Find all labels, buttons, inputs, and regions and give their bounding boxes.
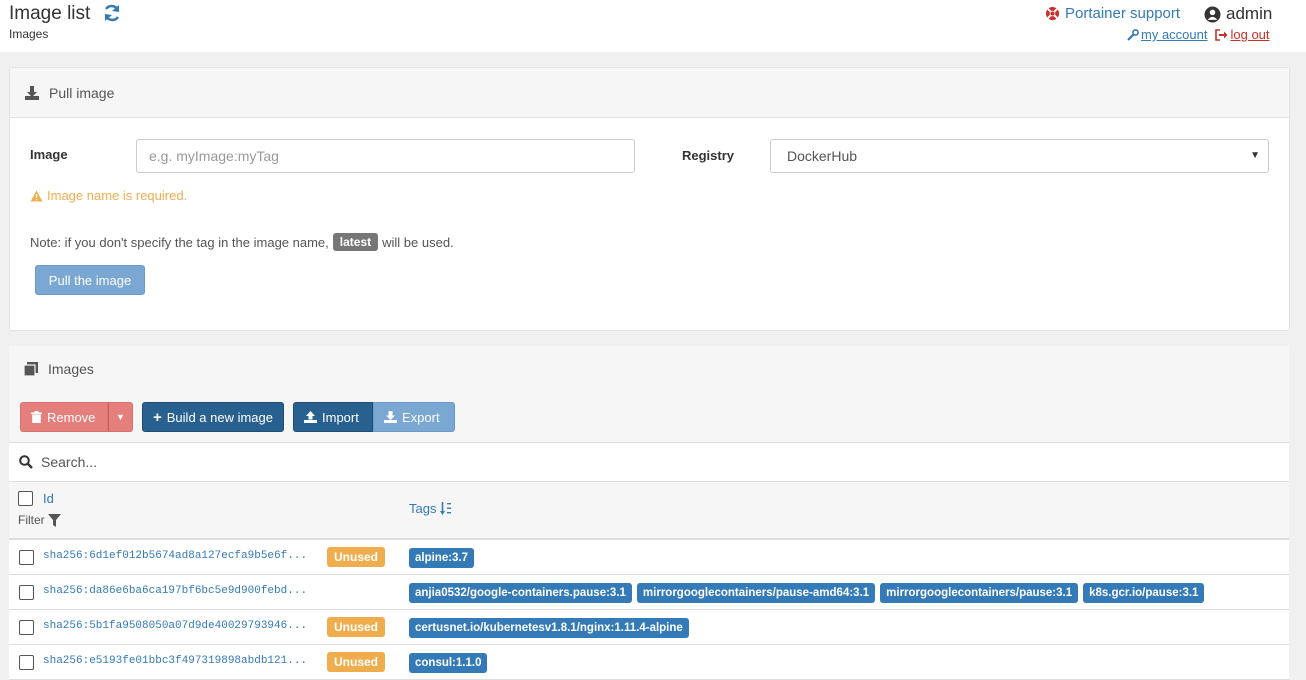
download-icon xyxy=(25,85,39,100)
sort-by-tags[interactable]: Tags xyxy=(409,501,452,516)
table-row: sha256:5b1fa9508050a07d9de40029793946...… xyxy=(9,610,1289,645)
id-column-header: Id xyxy=(18,491,54,506)
refresh-icon[interactable] xyxy=(102,3,122,23)
pull-image-title: Pull image xyxy=(49,84,115,101)
image-id-link[interactable]: sha256:e5193fe01bbc3f497319898abdb121... xyxy=(43,655,307,667)
page-title: Image list xyxy=(9,3,91,24)
image-tag: mirrorgooglecontainers/pause:3.1 xyxy=(880,583,1079,603)
life-ring-icon xyxy=(1045,6,1060,21)
sort-alpha-icon xyxy=(440,502,452,515)
import-button[interactable]: Import xyxy=(293,402,373,432)
note-prefix: Note: if you don't specify the tag in th… xyxy=(30,234,329,250)
import-export-group: Import Export xyxy=(293,402,455,432)
pull-image-header: Pull image xyxy=(10,68,1289,118)
image-tag: mirrorgooglecontainers/pause-amd64:3.1 xyxy=(636,583,876,603)
row-checkbox[interactable] xyxy=(19,550,34,565)
sign-out-icon xyxy=(1215,28,1228,41)
image-tag: alpine:3.7 xyxy=(409,548,475,568)
remove-button[interactable]: Remove xyxy=(20,402,108,432)
plus-icon: + xyxy=(153,408,162,426)
image-id-link[interactable]: sha256:5b1fa9508050a07d9de40029793946... xyxy=(43,620,307,632)
download-icon xyxy=(384,411,397,423)
table-header: Id Filter Tags xyxy=(9,483,1289,540)
images-title: Images xyxy=(48,361,94,377)
images-header: Images xyxy=(9,346,1289,392)
support-label: Portainer support xyxy=(1065,5,1181,22)
images-toolbar: Remove ▼ + Build a new image Import Expo… xyxy=(20,402,455,432)
page-edge xyxy=(1290,52,1306,680)
log-out-link[interactable]: log out xyxy=(1215,27,1270,42)
registry-selected: DockerHub xyxy=(787,148,858,164)
unused-badge: Unused xyxy=(327,617,386,637)
table-row: sha256:e5193fe01bbc3f497319898abdb121...… xyxy=(9,645,1289,680)
search-input[interactable] xyxy=(41,454,441,470)
trash-icon xyxy=(31,411,42,423)
caret-down-icon: ▼ xyxy=(116,412,125,422)
registry-label: Registry xyxy=(682,148,735,163)
image-label: Image xyxy=(30,147,68,162)
build-label: Build a new image xyxy=(166,409,273,425)
pull-image-button[interactable]: Pull the image xyxy=(35,265,145,295)
top-bar: Image list Images Portainer support admi… xyxy=(0,0,1306,52)
portainer-support-link[interactable]: Portainer support xyxy=(1045,5,1180,22)
filter-icon xyxy=(47,513,61,527)
username: admin xyxy=(1226,4,1273,23)
warning-text: Image name is required. xyxy=(47,188,188,203)
tag-list: certusnet.io/kubernetesv1.8.1/nginx:1.11… xyxy=(409,618,689,638)
filter-dropdown[interactable]: Filter xyxy=(18,513,61,527)
log-out-label: log out xyxy=(1230,27,1270,42)
upload-icon xyxy=(304,411,317,423)
image-tag: anjia0532/google-containers.pause:3.1 xyxy=(409,583,632,603)
pull-image-panel: Pull image Image Registry DockerHub ▼ Im… xyxy=(9,67,1290,331)
select-all-checkbox[interactable] xyxy=(18,491,33,506)
remove-dropdown-toggle[interactable]: ▼ xyxy=(108,402,133,432)
tags-label: Tags xyxy=(409,501,437,516)
user-menu: admin xyxy=(1204,4,1272,24)
row-checkbox[interactable] xyxy=(19,620,34,635)
table-row: sha256:da86e6ba6ca197bf6bc5e9d900febd...… xyxy=(9,575,1289,610)
chevron-down-icon: ▼ xyxy=(1250,150,1260,161)
registry-select[interactable]: DockerHub ▼ xyxy=(770,139,1269,173)
import-label: Import xyxy=(322,409,359,425)
latest-badge: latest xyxy=(332,233,379,251)
tag-list: anjia0532/google-containers.pause:3.1 mi… xyxy=(409,583,1205,603)
unused-badge: Unused xyxy=(327,652,386,672)
warning-icon xyxy=(30,190,43,201)
my-account-link[interactable]: my account xyxy=(1127,27,1207,42)
tag-list: alpine:3.7 xyxy=(409,548,475,568)
breadcrumb: Images xyxy=(9,27,49,41)
image-id-link[interactable]: sha256:6d1ef012b5674ad8a127ecfa9b5e6f... xyxy=(43,550,307,562)
unused-badge: Unused xyxy=(327,547,386,567)
remove-button-group: Remove ▼ xyxy=(20,402,133,432)
note-suffix: will be used. xyxy=(382,234,454,250)
user-circle-icon xyxy=(1204,6,1221,22)
tag-note: Note: if you don't specify the tag in th… xyxy=(30,233,454,251)
table-row: sha256:6d1ef012b5674ad8a127ecfa9b5e6f...… xyxy=(9,540,1289,575)
row-checkbox[interactable] xyxy=(19,655,34,670)
tag-list: consul:1.1.0 xyxy=(409,653,488,673)
export-button[interactable]: Export xyxy=(373,402,455,432)
sort-by-id[interactable]: Id xyxy=(43,491,54,506)
build-image-button[interactable]: + Build a new image xyxy=(142,402,284,432)
image-required-warning: Image name is required. xyxy=(30,188,187,203)
image-tag: consul:1.1.0 xyxy=(409,653,488,673)
images-panel: Images Remove ▼ + Build a new image Impo… xyxy=(9,346,1289,680)
account-links: my account log out xyxy=(1127,27,1270,42)
image-tag: k8s.gcr.io/pause:3.1 xyxy=(1083,583,1205,603)
image-id-link[interactable]: sha256:da86e6ba6ca197bf6bc5e9d900febd... xyxy=(43,585,307,597)
filter-label: Filter xyxy=(18,513,45,527)
clone-icon xyxy=(23,362,38,377)
remove-label: Remove xyxy=(47,409,96,425)
row-checkbox[interactable] xyxy=(19,585,34,600)
search-icon xyxy=(19,455,33,469)
wrench-icon xyxy=(1127,28,1139,41)
export-label: Export xyxy=(402,409,440,425)
search-bar xyxy=(9,442,1289,482)
image-name-input[interactable] xyxy=(136,139,635,173)
my-account-label: my account xyxy=(1141,27,1208,42)
image-tag: certusnet.io/kubernetesv1.8.1/nginx:1.11… xyxy=(409,618,689,638)
